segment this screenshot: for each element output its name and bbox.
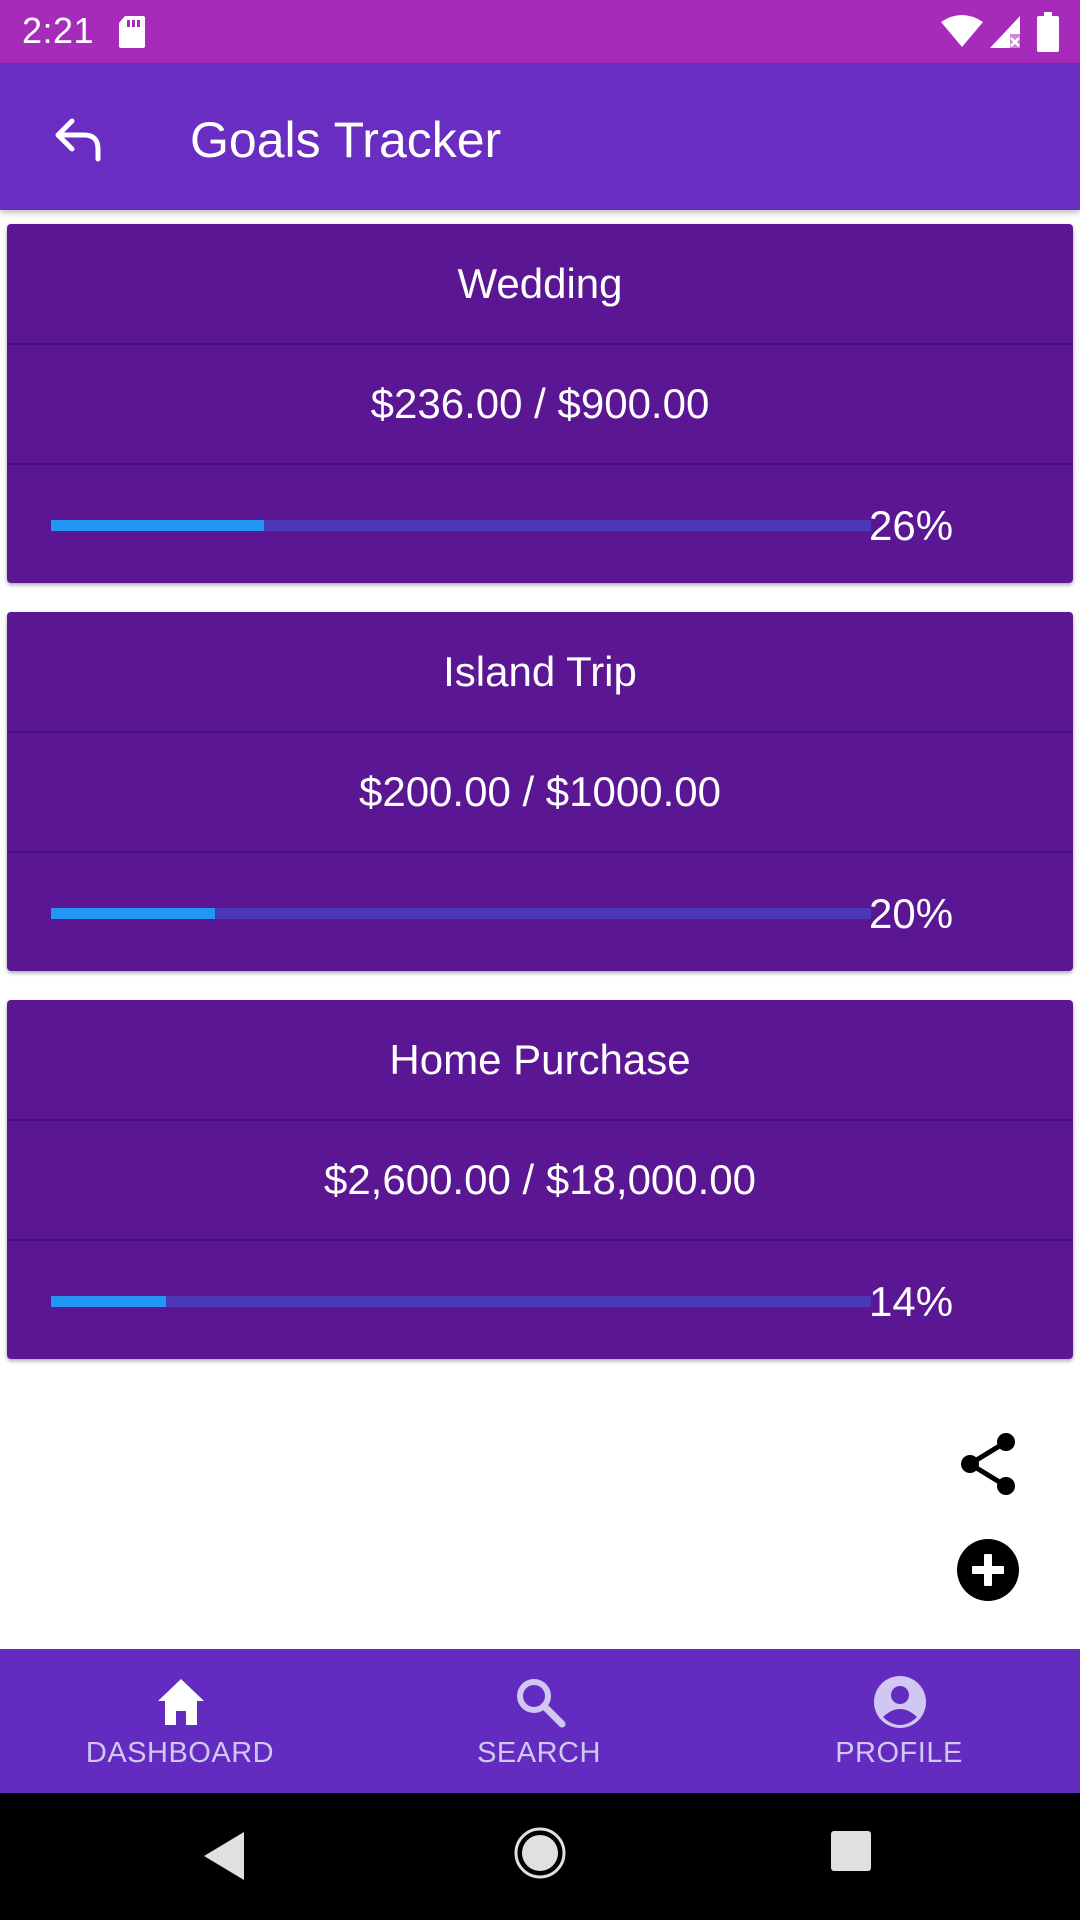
divider (7, 1119, 1073, 1121)
nav-item-search[interactable]: SEARCH (359, 1649, 719, 1793)
nav-item-dashboard[interactable]: DASHBOARD (0, 1649, 360, 1793)
page-title: Goals Tracker (190, 112, 502, 168)
progress-percent: 20% (869, 890, 954, 937)
progress-percent: 14% (869, 1278, 954, 1325)
status-bar: 2:21 (0, 0, 1080, 63)
progress-fill (51, 520, 265, 531)
goal-amount: $236.00 / $900.00 (370, 380, 710, 427)
progress-fill (51, 908, 215, 919)
back-triangle-icon[interactable] (200, 1828, 248, 1884)
goal-card[interactable]: Island Trip $200.00 / $1000.00 20% (7, 612, 1073, 971)
app-bar: Goals Tracker (0, 63, 1080, 210)
progress-track (51, 908, 871, 919)
nav-label: SEARCH (477, 1737, 601, 1769)
bottom-nav: DASHBOARD SEARCH PROFILE (0, 1649, 1080, 1793)
battery-icon (1037, 12, 1059, 52)
nav-label: DASHBOARD (85, 1737, 275, 1769)
back-arrow-icon[interactable] (50, 107, 110, 167)
goal-amount: $200.00 / $1000.00 (358, 768, 721, 815)
search-icon (517, 1679, 566, 1728)
nav-item-profile[interactable]: PROFILE (719, 1649, 1079, 1793)
goal-card[interactable]: Home Purchase $2,600.00 / $18,000.00 14% (7, 1000, 1073, 1359)
signal-icon (990, 16, 1020, 48)
sd-card-icon (119, 16, 145, 48)
divider (7, 1239, 1073, 1241)
home-icon (158, 1679, 204, 1725)
recents-square-icon[interactable] (829, 1829, 873, 1873)
goal-amount: $2,600.00 / $18,000.00 (323, 1156, 757, 1203)
goal-card[interactable]: Wedding $236.00 / $900.00 26% (7, 224, 1073, 583)
divider (7, 731, 1073, 733)
progress-track (51, 1296, 871, 1307)
system-nav-bar (0, 1793, 1080, 1920)
progress-fill (51, 1296, 166, 1307)
add-circle-icon[interactable] (956, 1538, 1020, 1602)
wifi-icon (941, 15, 983, 47)
account-circle-icon (874, 1676, 926, 1728)
goal-name: Island Trip (443, 648, 637, 695)
progress-percent: 26% (869, 502, 954, 549)
goal-name: Home Purchase (389, 1036, 691, 1083)
share-icon[interactable] (958, 1432, 1018, 1496)
divider (7, 851, 1073, 853)
home-circle-icon[interactable] (514, 1827, 566, 1879)
status-time: 2:21 (22, 10, 95, 51)
divider (7, 463, 1073, 465)
goal-name: Wedding (457, 260, 623, 307)
progress-track (51, 520, 871, 531)
nav-label: PROFILE (835, 1737, 963, 1769)
divider (7, 343, 1073, 345)
